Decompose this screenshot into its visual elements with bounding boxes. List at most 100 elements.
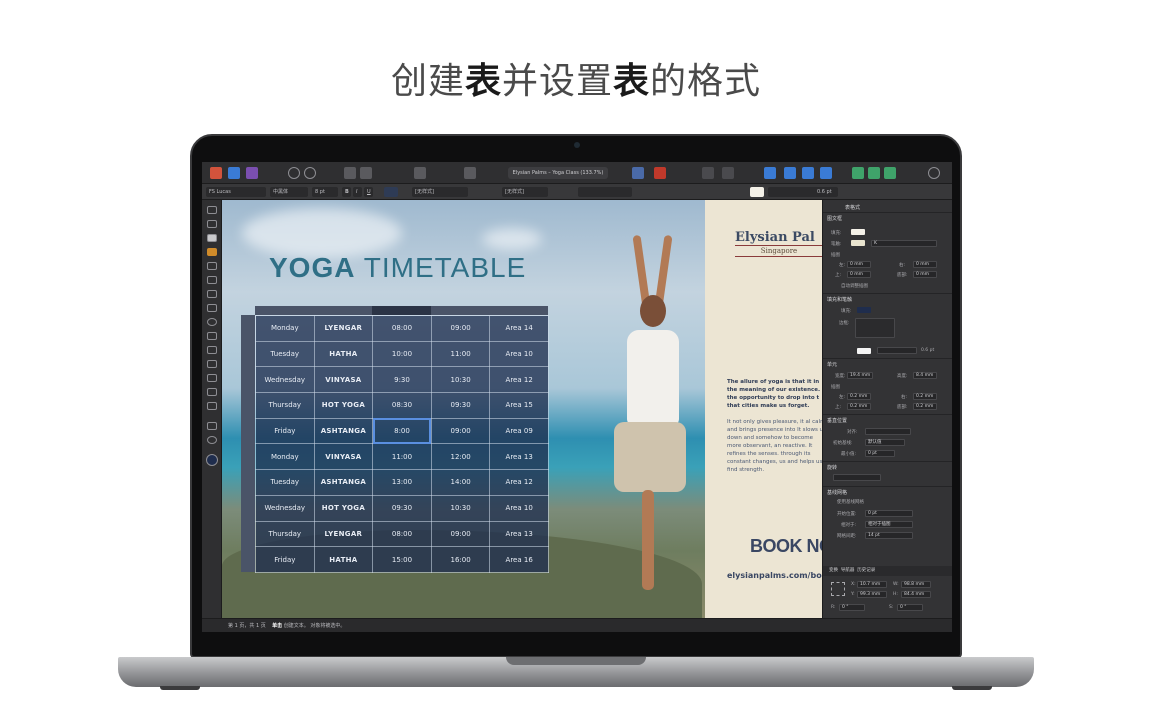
table-column-ruler[interactable]	[255, 306, 548, 315]
use-baseline-checkbox[interactable]: 使用基线网格	[837, 499, 864, 505]
day-cell[interactable]: Friday	[255, 546, 315, 573]
font-size-field[interactable]: 8 pt	[312, 187, 338, 197]
end-time-cell[interactable]: 14:00	[430, 469, 491, 496]
cell-right-field[interactable]: 0.2 mm	[913, 393, 937, 400]
stroke-slider[interactable]: K	[871, 240, 937, 247]
publisher-persona-icon[interactable]	[246, 167, 258, 179]
auto-fit-checkbox[interactable]: 自动调整插图	[841, 283, 868, 289]
class-cell[interactable]: VINYASA	[313, 366, 374, 394]
min-field[interactable]: 0 pt	[865, 450, 895, 457]
fill-swatch[interactable]	[750, 187, 764, 197]
end-time-cell[interactable]: 09:00	[430, 315, 491, 342]
start-time-cell[interactable]: 08:00	[372, 315, 432, 342]
start-time-cell[interactable]: 9:30	[372, 366, 432, 394]
table-row-ruler[interactable]	[241, 315, 255, 572]
w-field[interactable]: 98.8 mm	[901, 581, 931, 588]
class-cell[interactable]: HATHA	[313, 546, 374, 573]
area-cell[interactable]: Area 14	[489, 315, 549, 342]
end-time-cell[interactable]: 09:00	[430, 417, 491, 445]
color-well[interactable]	[206, 454, 218, 466]
table-row[interactable]: Wednesday HOT YOGA 09:30 10:30 Area 10	[255, 494, 549, 522]
table-row[interactable]: Monday LYENGAR 08:00 09:00 Area 14	[255, 315, 549, 342]
inset-bottom-field[interactable]: 0 mm	[913, 271, 937, 278]
photo-persona-icon[interactable]	[228, 167, 240, 179]
cell-top-field[interactable]: 0.2 mm	[847, 403, 871, 410]
start-time-cell[interactable]: 08:30	[372, 392, 432, 419]
preferences-icon[interactable]	[304, 167, 316, 179]
tab-navigator[interactable]: 导航器	[841, 568, 855, 573]
section-rotate[interactable]: 旋转	[827, 464, 837, 471]
alignment-buttons[interactable]	[578, 187, 632, 197]
section-fill-stroke[interactable]: 填充和笔触	[827, 296, 852, 303]
frame-tool-icon[interactable]	[207, 304, 217, 312]
table-row[interactable]: Monday VINYASA 11:00 12:00 Area 13	[255, 443, 549, 471]
area-cell[interactable]: Area 09	[489, 417, 549, 445]
align-right-icon[interactable]	[802, 167, 814, 179]
frame-text-tool-icon[interactable]	[207, 248, 217, 256]
end-time-cell[interactable]: 16:00	[430, 546, 491, 573]
area-cell[interactable]: Area 13	[489, 520, 549, 548]
paragraph-style-select[interactable]: [无样式]	[502, 187, 548, 197]
poster-title[interactable]: YOGA TIMETABLE	[269, 252, 526, 284]
height-field[interactable]: 8.4 mm	[913, 372, 937, 379]
relative-select[interactable]: 相对于插图	[865, 521, 913, 528]
day-cell[interactable]: Tuesday	[255, 469, 315, 496]
font-family-select[interactable]: FS Lucas	[206, 187, 266, 197]
rotation-field[interactable]: 0 °	[839, 604, 865, 611]
class-cell[interactable]: HATHA	[313, 340, 374, 368]
page-indicator[interactable]: 第 1 页，共 1 页	[228, 623, 266, 629]
fill-tool-icon[interactable]	[207, 374, 217, 382]
day-cell[interactable]: Tuesday	[255, 340, 315, 368]
start-time-cell[interactable]: 09:30	[372, 494, 432, 522]
table-row[interactable]: Thursday LYENGAR 08:00 09:00 Area 13	[255, 520, 549, 548]
day-cell[interactable]: Thursday	[255, 520, 315, 548]
order-back-icon[interactable]	[722, 167, 734, 179]
underline-button[interactable]: U	[364, 187, 373, 197]
area-cell[interactable]: Area 10	[489, 340, 549, 368]
class-cell[interactable]: HOT YOGA	[313, 494, 374, 522]
rotate-buttons[interactable]	[833, 474, 881, 481]
account-icon[interactable]	[928, 167, 940, 179]
end-time-cell[interactable]: 09:30	[430, 392, 491, 419]
text-color-swatch[interactable]	[384, 187, 398, 197]
start-time-cell[interactable]: 15:00	[372, 546, 432, 573]
border-slider[interactable]	[877, 347, 917, 354]
boolean-add-icon[interactable]	[852, 167, 864, 179]
area-cell[interactable]: Area 16	[489, 546, 549, 573]
day-cell[interactable]: Thursday	[255, 392, 315, 419]
section-vertical-position[interactable]: 垂直位置	[827, 417, 847, 424]
snapping-icon[interactable]	[654, 167, 666, 179]
rectangle-tool-icon[interactable]	[207, 290, 217, 298]
document-canvas[interactable]: YOGA TIMETABLE Monday LYENGAR 08:00 09:00 Ar…	[222, 200, 822, 618]
area-cell[interactable]: Area 12	[489, 469, 549, 496]
area-cell[interactable]: Area 15	[489, 392, 549, 419]
class-cell[interactable]: LYENGAR	[313, 520, 374, 548]
end-time-cell[interactable]: 09:00	[430, 520, 491, 548]
stroke-swatch[interactable]	[851, 240, 865, 246]
x-field[interactable]: 10.7 mm	[857, 581, 887, 588]
hand-tool-icon[interactable]	[207, 422, 217, 430]
end-time-cell[interactable]: 10:30	[430, 494, 491, 522]
panel-tab[interactable]: 表格式	[845, 204, 860, 211]
inset-left-field[interactable]: 0 mm	[847, 261, 871, 268]
move-tool-icon[interactable]	[207, 206, 217, 214]
stroke-width-field[interactable]: 0.6 pt	[814, 187, 838, 197]
table-row[interactable]: Tuesday HATHA 10:00 11:00 Area 10	[255, 340, 549, 368]
class-cell[interactable]: HOT YOGA	[313, 392, 374, 419]
page-mode-icon[interactable]	[360, 167, 372, 179]
selected-column-marker[interactable]	[372, 306, 431, 315]
settings-icon[interactable]	[288, 167, 300, 179]
h-field[interactable]: 84.4 mm	[901, 591, 931, 598]
start-time-cell[interactable]: 8:00	[372, 417, 432, 445]
zoom-tool-icon[interactable]	[207, 436, 217, 444]
inset-top-field[interactable]: 0 mm	[847, 271, 871, 278]
font-style-select[interactable]: 中黑体	[270, 187, 308, 197]
border-width[interactable]: 0.6 pt	[921, 348, 934, 353]
day-cell[interactable]: Monday	[255, 315, 315, 342]
y-field[interactable]: 99.3 mm	[857, 591, 887, 598]
section-cell[interactable]: 单元	[827, 361, 837, 368]
picture-frame-tool-icon[interactable]	[207, 332, 217, 340]
anchor-selector[interactable]	[831, 582, 845, 596]
table-row[interactable]: Thursday HOT YOGA 08:30 09:30 Area 15	[255, 392, 549, 419]
align-left-icon[interactable]	[764, 167, 776, 179]
